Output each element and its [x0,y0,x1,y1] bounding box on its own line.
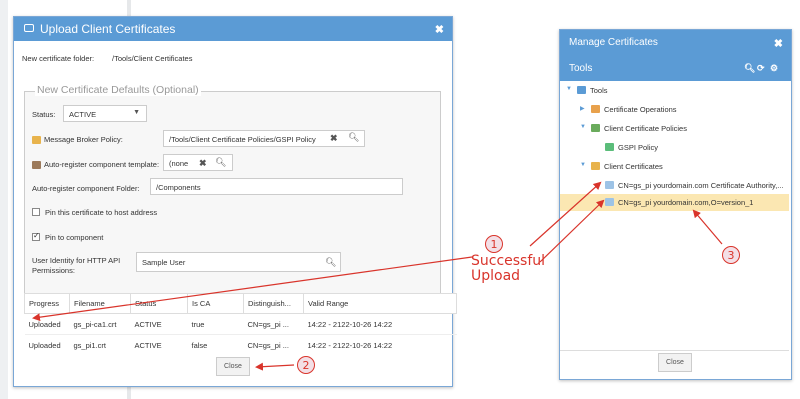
arrow-to-selected-cert [692,209,723,245]
annotation-arrows [32,181,723,371]
annotation-marker-1: 1 [485,235,503,253]
annotation-marker-2: 2 [297,356,315,374]
annotation-marker-3: 3 [722,246,740,264]
arrow-to-cert-version [539,199,605,263]
annotation-text-line1: Successful [471,253,546,269]
arrow-to-close-button [255,362,295,371]
arrow-to-uploaded-row [32,256,473,322]
annotation-text-line2: Upload [471,268,521,284]
